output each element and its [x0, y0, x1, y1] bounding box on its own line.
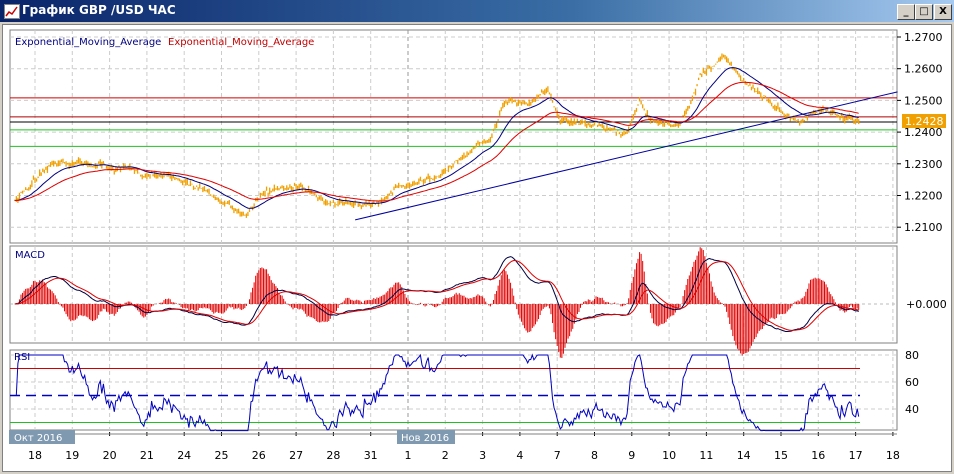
x-tick-label: 3 [479, 449, 486, 462]
x-tick-label: 19 [65, 449, 79, 462]
x-tick-label: 31 [364, 449, 378, 462]
x-tick-label: 21 [140, 449, 154, 462]
month-tag-nov-text: Нов 2016 [401, 433, 449, 444]
x-tick-label: 1 [405, 449, 412, 462]
legend-ema-fast: Exponential_Moving_Average [15, 37, 161, 48]
x-tick-label: 15 [774, 449, 788, 462]
x-tick-label: 18 [886, 449, 900, 462]
y-tick-label: 1.2400 [904, 126, 943, 139]
y-tick-label: 1.2300 [904, 158, 943, 171]
rsi-label: RSI [14, 352, 30, 363]
rsi-tick-label: 60 [905, 376, 919, 389]
y-tick-label: 1.2500 [904, 94, 943, 107]
x-tick-label: 17 [849, 449, 863, 462]
pane-frame-0 [9, 29, 898, 244]
x-tick-label: 8 [591, 449, 598, 462]
x-tick-label: 11 [699, 449, 713, 462]
x-tick-label: 2 [442, 449, 449, 462]
month-tag-oct-text: Окт 2016 [14, 433, 62, 444]
x-tick-label: 4 [516, 449, 523, 462]
macd-zero-label: +0.000 [906, 298, 947, 311]
x-tick-label: 18 [28, 449, 42, 462]
chart-canvas[interactable]: 18 19 20 21 24 25 26 27 28 31 1 2 3 4 7 8 9 10 11 14 15 16 17 1… [0, 0, 954, 474]
x-tick-label: 14 [737, 449, 751, 462]
y-tick-label: 1.2200 [904, 190, 943, 203]
current-price-value: 1.2428 [905, 115, 944, 128]
x-tick-label: 16 [811, 449, 825, 462]
x-tick-label: 20 [103, 449, 117, 462]
x-tick-label: 7 [554, 449, 561, 462]
pane-frame-2 [9, 349, 898, 431]
pane-frame-1 [9, 245, 898, 344]
rsi-tick-label: 80 [905, 349, 919, 362]
y-tick-label: 1.2100 [904, 221, 943, 234]
x-tick-label: 27 [289, 449, 303, 462]
macd-label: MACD [15, 250, 45, 261]
x-tick-label: 25 [215, 449, 229, 462]
x-tick-label: 26 [252, 449, 266, 462]
x-tick-label: 24 [177, 449, 191, 462]
x-tick-label: 28 [326, 449, 340, 462]
x-tick-label: 9 [628, 449, 635, 462]
y-tick-label: 1.2700 [904, 31, 943, 44]
legend-ema-slow: Exponential_Moving_Average [168, 37, 314, 48]
rsi-tick-label: 40 [905, 403, 919, 416]
x-tick-label: 10 [662, 449, 676, 462]
y-tick-label: 1.2600 [904, 63, 943, 76]
